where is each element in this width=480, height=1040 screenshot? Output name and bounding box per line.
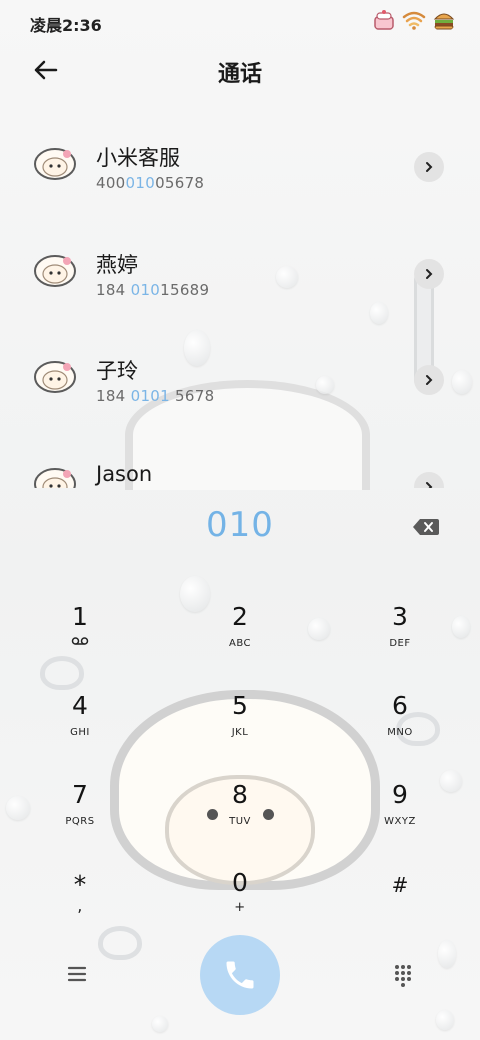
bottom-bar [0,930,480,1020]
contact-name: 小米客服 [96,146,180,170]
backspace-icon[interactable] [412,517,440,537]
call-button[interactable] [200,935,280,1015]
key-9[interactable]: 9 WXYZ [345,780,455,850]
wifi-icon [402,11,426,30]
key-letters: MNO [387,727,413,738]
burger-sticker-icon [433,13,455,30]
key-digit: 6 [392,691,408,720]
menu-icon[interactable] [64,962,90,986]
voicemail-icon [71,637,89,645]
status-bar: 凌晨2:36 [0,0,480,44]
key-1[interactable]: 1 [25,602,135,672]
status-icons [372,8,456,32]
contact-list: 小米客服 40001005678 燕婷 184 01015689 子玲 184 … [0,118,480,488]
number-match-highlight: 0101 [130,387,170,405]
key-digit: 8 [232,780,248,809]
number-prefix: 184 [96,387,131,405]
key-digit: 2 [232,602,248,631]
key-4[interactable]: 4 GHI [25,691,135,761]
key-5[interactable]: 5 JKL [185,691,295,761]
page-title: 通话 [217,62,262,87]
dialed-number[interactable]: 010 [206,505,274,545]
sheep-avatar-icon [34,468,76,488]
dialpad-grid-icon[interactable] [390,962,416,988]
contact-detail-button[interactable] [414,152,444,182]
contact-number: 184 01015689 [96,281,209,299]
number-match-highlight: 010 [125,174,156,192]
number-prefix: 400 [96,174,126,192]
number-suffix: 15689 [160,281,210,299]
key-letters: JKL [231,727,249,738]
key-digit: # [391,873,409,897]
key-letters: WXYZ [384,816,416,827]
sheep-avatar-icon [34,361,76,393]
key-digit: 7 [72,780,88,809]
key-digit: 3 [392,602,408,631]
contact-number: 184 0101 5678 [96,387,214,405]
header: 通话 [0,48,480,92]
contact-name: Jason [96,462,153,486]
key-letters: + [234,900,246,915]
contact-name: 燕婷 [96,253,138,277]
key-letters: DEF [389,638,411,649]
status-time: 凌晨2:36 [30,16,102,35]
number-prefix: 184 [96,281,131,299]
number-match-highlight: 010 [130,281,161,299]
chevron-right-icon [426,375,433,385]
key-6[interactable]: 6 MNO [345,691,455,761]
contact-name: 子玲 [96,359,138,383]
key-7[interactable]: 7 PQRS [25,780,135,850]
key-digit: 5 [232,691,248,720]
contact-row[interactable]: 燕婷 184 01015689 [0,235,480,315]
key-letters: PQRS [65,816,95,827]
key-digit: 9 [392,780,408,809]
key-letters: , [77,896,83,915]
chevron-right-icon [426,269,433,279]
contact-detail-button[interactable] [414,472,444,488]
number-suffix: 05678 [155,174,205,192]
key-8[interactable]: 8 TUV [185,780,295,850]
key-0[interactable]: 0 + [185,868,295,938]
key-digit: 4 [72,691,88,720]
key-digit: 0 [232,868,248,897]
cake-battery-icon [374,10,394,30]
water-drop [308,618,330,640]
key-letters: ABC [228,638,251,649]
phone-icon [226,961,254,989]
contact-row[interactable]: 子玲 184 0101 5678 [0,341,480,421]
key-3[interactable]: 3 DEF [345,602,455,672]
key-letters: GHI [70,727,90,738]
key-digit: 1 [72,602,88,631]
contact-detail-button[interactable] [414,365,444,395]
dial-display: 010 [0,505,480,555]
sheep-avatar-icon [34,148,76,180]
number-suffix: 5678 [169,387,215,405]
contact-row[interactable]: 小米客服 40001005678 [0,128,480,208]
key-letters: TUV [229,816,251,827]
sheep-avatar-icon [34,255,76,287]
contact-number: 40001005678 [96,174,204,192]
contact-detail-button[interactable] [414,259,444,289]
chevron-right-icon [426,482,433,488]
contact-row[interactable]: Jason [0,448,480,488]
chevron-right-icon [426,162,433,172]
key-2[interactable]: 2 ABC [185,602,295,672]
